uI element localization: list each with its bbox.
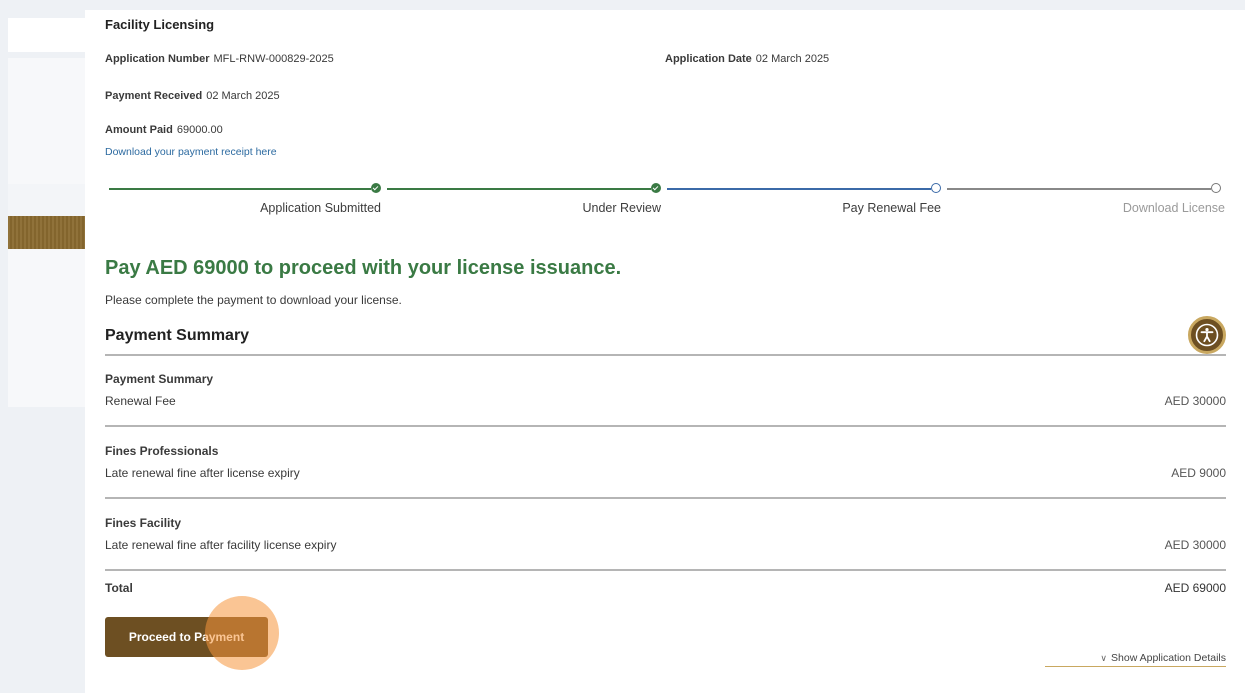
step-label-pay: Pay Renewal Fee (842, 201, 941, 215)
left-sidebar (0, 0, 85, 693)
summary-row-amount: AED 30000 (1164, 538, 1226, 552)
step-current-icon (931, 183, 941, 193)
amount-paid-label: Amount Paid (105, 124, 173, 136)
payment-summary-heading: Payment Summary (105, 327, 250, 344)
summary-row-amount: AED 9000 (1171, 466, 1226, 480)
step-complete-icon (371, 183, 381, 193)
payment-received-value: 02 March 2025 (206, 90, 280, 102)
sidebar-item-active[interactable] (8, 216, 85, 249)
summary-row-title: Payment Summary (105, 372, 214, 386)
total-amount: AED 69000 (1164, 581, 1226, 595)
progress-line (387, 188, 651, 190)
chevron-down-icon: ∨ (1100, 653, 1108, 663)
payment-received-row: Payment Received 02 March 2025 (105, 90, 280, 102)
application-number-row: Application Number MFL-RNW-000829-2025 (105, 53, 334, 65)
summary-row-amount: AED 30000 (1164, 394, 1226, 408)
payment-received-label: Payment Received (105, 90, 203, 102)
step-complete-icon (651, 183, 661, 193)
step-label-download: Download License (1122, 201, 1225, 215)
divider (105, 569, 1226, 571)
divider (105, 497, 1226, 499)
divider (105, 425, 1226, 427)
payment-instruction: Please complete the payment to download … (105, 293, 402, 307)
accessibility-icon (1195, 323, 1219, 347)
show-details-label: Show Application Details (1111, 652, 1226, 664)
amount-paid-value: 69000.00 (176, 124, 223, 136)
divider (105, 354, 1226, 356)
step-pending-icon (1211, 183, 1221, 193)
show-application-details-link[interactable]: ∨ Show Application Details (1045, 652, 1226, 667)
sidebar-item[interactable] (8, 58, 85, 184)
progress-line (947, 188, 1211, 190)
application-number-label: Application Number (105, 53, 210, 65)
application-date-row: Application Date 02 March 2025 (665, 53, 829, 65)
step-label-review: Under Review (582, 201, 661, 215)
summary-row-title: Fines Facility (105, 516, 182, 530)
application-date-value: 02 March 2025 (755, 53, 830, 65)
main-panel: Facility Licensing Application Number MFL… (85, 10, 1245, 693)
step-label-submitted: Application Submitted (260, 201, 381, 215)
summary-row-title: Fines Professionals (105, 444, 219, 458)
total-label: Total (105, 581, 133, 595)
amount-paid-row: Amount Paid 69000.00 (105, 124, 223, 136)
summary-row-description: Late renewal fine after facility license… (105, 538, 337, 552)
progress-line (109, 188, 371, 190)
sidebar-item[interactable] (8, 249, 85, 407)
summary-row-description: Late renewal fine after license expiry (105, 466, 300, 480)
sidebar-item[interactable] (8, 18, 85, 52)
proceed-to-payment-button[interactable]: Proceed to Payment (105, 617, 268, 657)
progress-line (667, 188, 931, 190)
receipt-download-link[interactable]: Download your payment receipt here (105, 146, 277, 158)
section-title: Facility Licensing (105, 17, 215, 32)
application-date-label: Application Date (665, 53, 752, 65)
accessibility-button[interactable] (1188, 316, 1226, 354)
sidebar-item[interactable] (8, 184, 85, 216)
summary-row-description: Renewal Fee (105, 394, 176, 408)
application-number-value: MFL-RNW-000829-2025 (213, 53, 334, 65)
payment-headline: Pay AED 69000 to proceed with your licen… (105, 257, 622, 279)
